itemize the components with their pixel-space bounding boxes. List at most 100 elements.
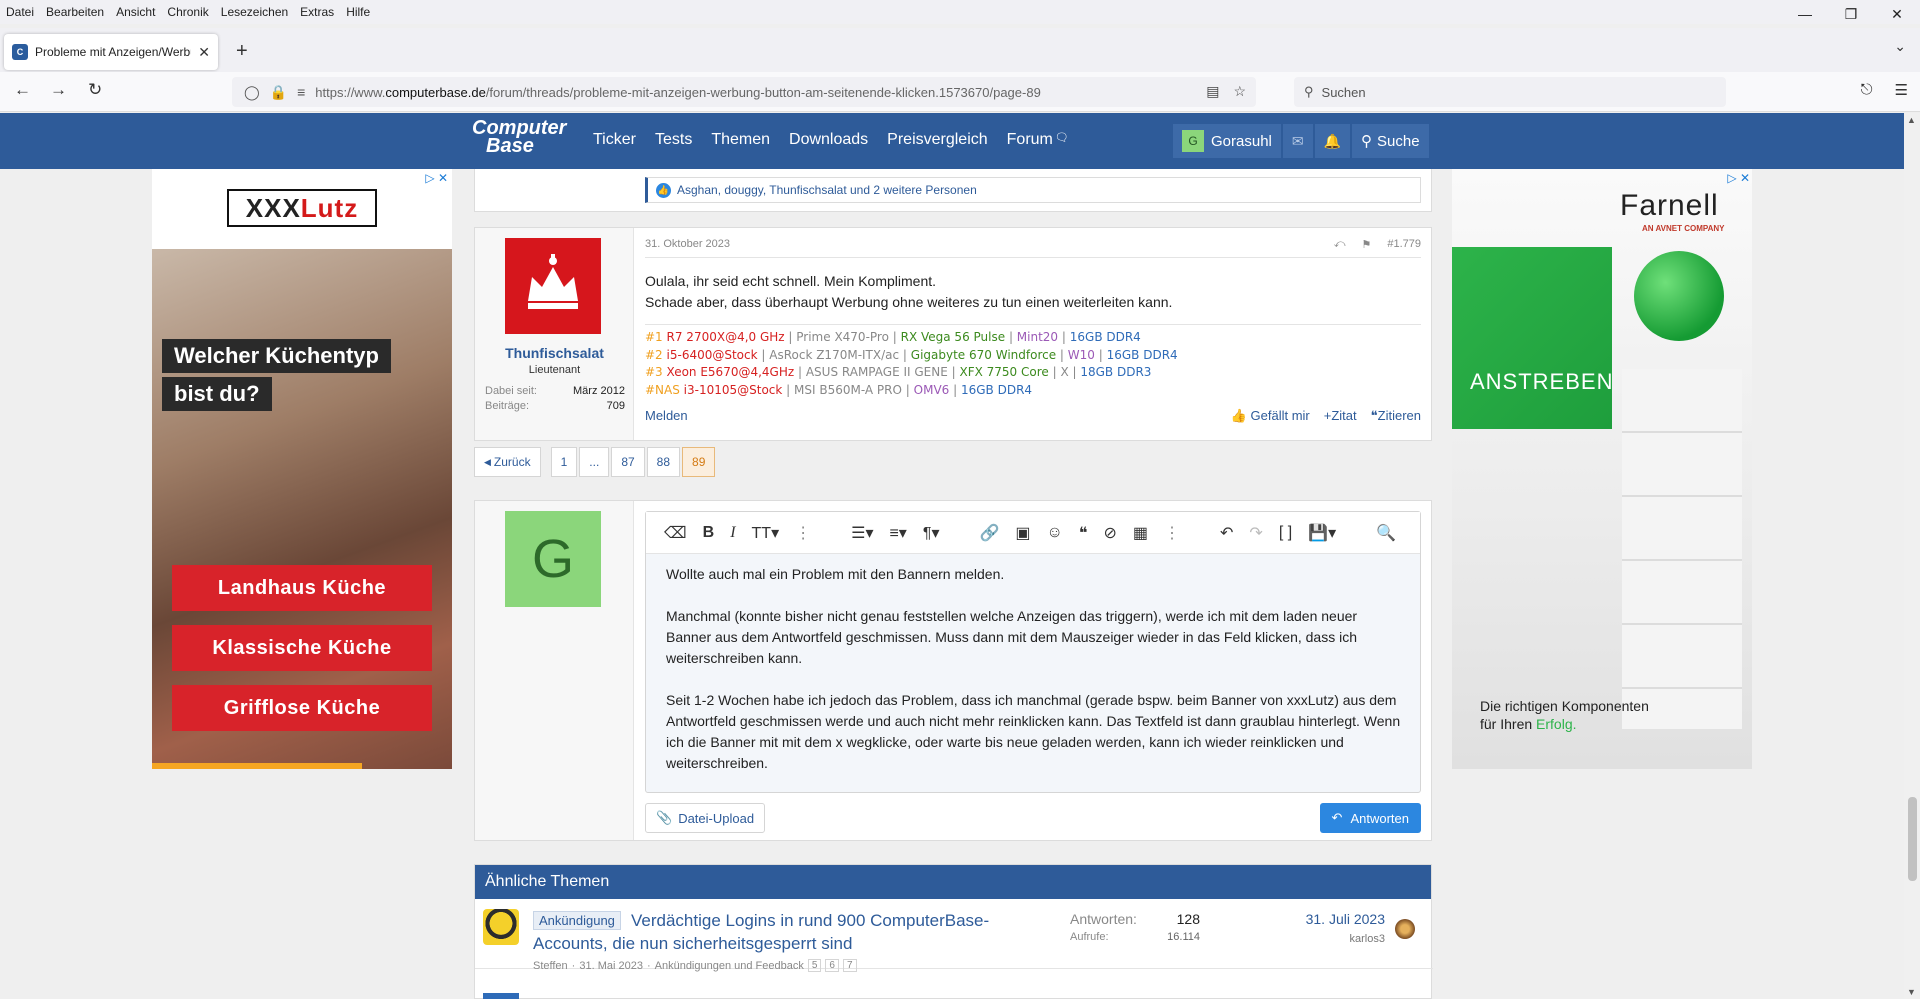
reply-editor[interactable]: ⌫ B I TT▾ ⋮ ☰▾ ≡▾ ¶▾ 🔗 ▣ ☺ ❝ ⊘ ▦ ⋮ ↶ ↷ [… <box>645 511 1421 793</box>
adchoices-icon[interactable]: ▷ ✕ <box>425 171 448 185</box>
menu-ansicht[interactable]: Ansicht <box>110 5 161 19</box>
eraser-icon[interactable]: ⌫ <box>664 523 687 543</box>
spoiler-icon[interactable]: ⊘ <box>1103 523 1116 543</box>
bbcode-icon[interactable]: [ ] <box>1279 524 1292 542</box>
preview-icon[interactable]: 🔍 <box>1376 523 1396 543</box>
more-options-icon[interactable]: ⋮ <box>1164 523 1180 543</box>
page-link[interactable]: 1 <box>550 447 578 477</box>
table-icon[interactable]: ▦ <box>1133 523 1148 543</box>
ad-xxxlutz[interactable]: ▷ ✕ XXX Lutz Welcher Küchentyp bist du? L… <box>152 169 452 769</box>
browser-tab[interactable]: C Probleme mit Anzeigen/Werbu ✕ <box>4 34 218 70</box>
menu-lesezeichen[interactable]: Lesezeichen <box>215 5 294 19</box>
list-icon[interactable]: ☰▾ <box>851 523 873 543</box>
report-link[interactable]: Melden <box>645 408 688 424</box>
nav-downloads[interactable]: Downloads <box>789 131 868 149</box>
nav-themen[interactable]: Themen <box>711 131 770 149</box>
page-ellipsis[interactable]: ... <box>579 447 610 477</box>
reader-view-icon[interactable]: ▤ <box>1206 83 1219 100</box>
quote-icon[interactable]: ❝ <box>1079 523 1088 543</box>
page-current[interactable]: 89 <box>682 447 716 477</box>
tab-list-chevron-icon[interactable]: ⌄ <box>1894 38 1906 55</box>
thread-author[interactable]: Steffen <box>533 960 568 972</box>
scrollbar-thumb[interactable] <box>1908 797 1917 881</box>
file-upload-button[interactable]: 📎 Datei-Upload <box>645 803 766 833</box>
thread-author-avatar[interactable] <box>483 909 519 945</box>
tab-close-icon[interactable]: ✕ <box>198 44 210 61</box>
nav-forum[interactable]: Forum 🗨 <box>1007 131 1069 149</box>
thread-page-link[interactable]: 5 <box>807 959 822 972</box>
ad-button-landhaus[interactable]: Landhaus Küche <box>172 565 432 611</box>
image-icon[interactable]: ▣ <box>1015 523 1030 543</box>
thread-date[interactable]: 31. Mai 2023 <box>579 960 643 972</box>
menu-bearbeiten[interactable]: Bearbeiten <box>40 5 110 19</box>
scroll-down-icon[interactable]: ▼ <box>1907 987 1916 997</box>
menu-extras[interactable]: Extras <box>294 5 340 19</box>
last-post-date[interactable]: 31. Juli 2023 <box>1225 911 1385 927</box>
more-options-icon[interactable]: ⋮ <box>795 523 811 543</box>
italic-icon[interactable]: I <box>730 524 735 542</box>
nav-preisvergleich[interactable]: Preisvergleich <box>887 131 987 149</box>
app-menu-icon[interactable]: ☰ <box>1895 81 1908 99</box>
reload-icon[interactable]: ↻ <box>88 80 102 100</box>
adchoices-icon[interactable]: ▷ ✕ <box>1727 171 1750 185</box>
permissions-icon[interactable]: ≡ <box>297 84 305 100</box>
alerts-button[interactable]: 🔔 <box>1314 124 1351 158</box>
undo-icon[interactable]: ↶ <box>1220 523 1233 543</box>
close-icon[interactable]: ✕ <box>1874 0 1920 28</box>
nav-tests[interactable]: Tests <box>655 131 692 149</box>
page-scrollbar[interactable]: ▲ ▼ <box>1904 113 1920 999</box>
shield-icon[interactable]: ◯ <box>244 84 260 101</box>
thread-forum[interactable]: Ankündigungen und Feedback <box>655 960 804 972</box>
bookmark-star-icon[interactable]: ☆ <box>1233 83 1246 100</box>
new-tab-icon[interactable]: + <box>236 40 248 63</box>
bold-icon[interactable]: B <box>703 524 715 542</box>
forward-icon[interactable]: → <box>50 80 67 100</box>
browser-search-input[interactable]: ⚲ Suchen <box>1294 77 1726 107</box>
like-button[interactable]: 👍 Gefällt mir <box>1231 408 1310 424</box>
redo-icon[interactable]: ↷ <box>1249 523 1262 543</box>
post-number[interactable]: #1.779 <box>1387 238 1421 251</box>
url-bar[interactable]: ◯ 🔒 ≡ https://www.computerbase.de/forum/… <box>232 77 1256 107</box>
multiquote-button[interactable]: +Zitat <box>1324 408 1357 424</box>
reaction-bar[interactable]: 👍 Asghan, douggy, Thunfischsalat und 2 w… <box>645 177 1421 203</box>
extensions-icon[interactable]: ⎋ <box>1861 81 1873 99</box>
ad-button-grifflos[interactable]: Grifflose Küche <box>172 685 432 731</box>
post-date[interactable]: 31. Oktober 2023 <box>645 238 730 250</box>
page-link[interactable]: 87 <box>611 447 645 477</box>
editor-content[interactable]: Wollte auch mal ein Problem mit den Bann… <box>666 564 1406 795</box>
post-author[interactable]: Thunfischsalat <box>475 345 634 361</box>
smiley-icon[interactable]: ☺ <box>1047 524 1063 542</box>
menu-datei[interactable]: Datei <box>0 5 40 19</box>
last-post-avatar[interactable] <box>1395 919 1415 939</box>
menu-chronik[interactable]: Chronik <box>161 5 214 19</box>
bookmark-icon[interactable]: ⚑ <box>1361 238 1371 251</box>
last-post-user[interactable]: karlos3 <box>1225 933 1385 945</box>
paragraph-icon[interactable]: ¶▾ <box>923 523 940 543</box>
link-icon[interactable]: 🔗 <box>979 523 999 543</box>
user-menu[interactable]: G Gorasuhl <box>1173 124 1281 158</box>
page-link[interactable]: 88 <box>646 447 681 477</box>
site-search-button[interactable]: ⚲ Suche <box>1352 124 1429 158</box>
menu-hilfe[interactable]: Hilfe <box>340 5 376 19</box>
submit-reply-button[interactable]: ↶ Antworten <box>1319 803 1421 833</box>
ad-button-klassisch[interactable]: Klassische Küche <box>172 625 432 671</box>
thread-page-link[interactable]: 6 <box>825 959 839 972</box>
back-icon[interactable]: ← <box>14 80 31 100</box>
pagination-back[interactable]: ◀ Zurück <box>474 447 541 477</box>
messages-button[interactable]: ✉ <box>1282 124 1313 158</box>
url-text[interactable]: https://www.computerbase.de/forum/thread… <box>315 85 1041 100</box>
user-avatar-crown[interactable] <box>505 238 601 334</box>
computerbase-logo[interactable]: Computer Base <box>472 118 572 163</box>
thread-page-link[interactable]: 7 <box>842 959 857 972</box>
nav-ticker[interactable]: Ticker <box>593 131 636 149</box>
minimize-icon[interactable]: — <box>1782 0 1828 28</box>
scroll-up-icon[interactable]: ▲ <box>1907 115 1916 125</box>
text-size-icon[interactable]: TT▾ <box>752 523 780 543</box>
lock-icon[interactable]: 🔒 <box>270 84 287 101</box>
align-icon[interactable]: ≡▾ <box>889 523 906 543</box>
share-icon[interactable]: ⤺ <box>1334 238 1346 251</box>
ad-farnell[interactable]: ▷ ✕ Farnell AN AVNET COMPANY ANSTREBEN D… <box>1452 169 1752 769</box>
drafts-icon[interactable]: 💾▾ <box>1308 523 1336 543</box>
maximize-icon[interactable]: ❐ <box>1828 0 1874 28</box>
quote-button[interactable]: ❝Zitieren <box>1371 408 1421 424</box>
